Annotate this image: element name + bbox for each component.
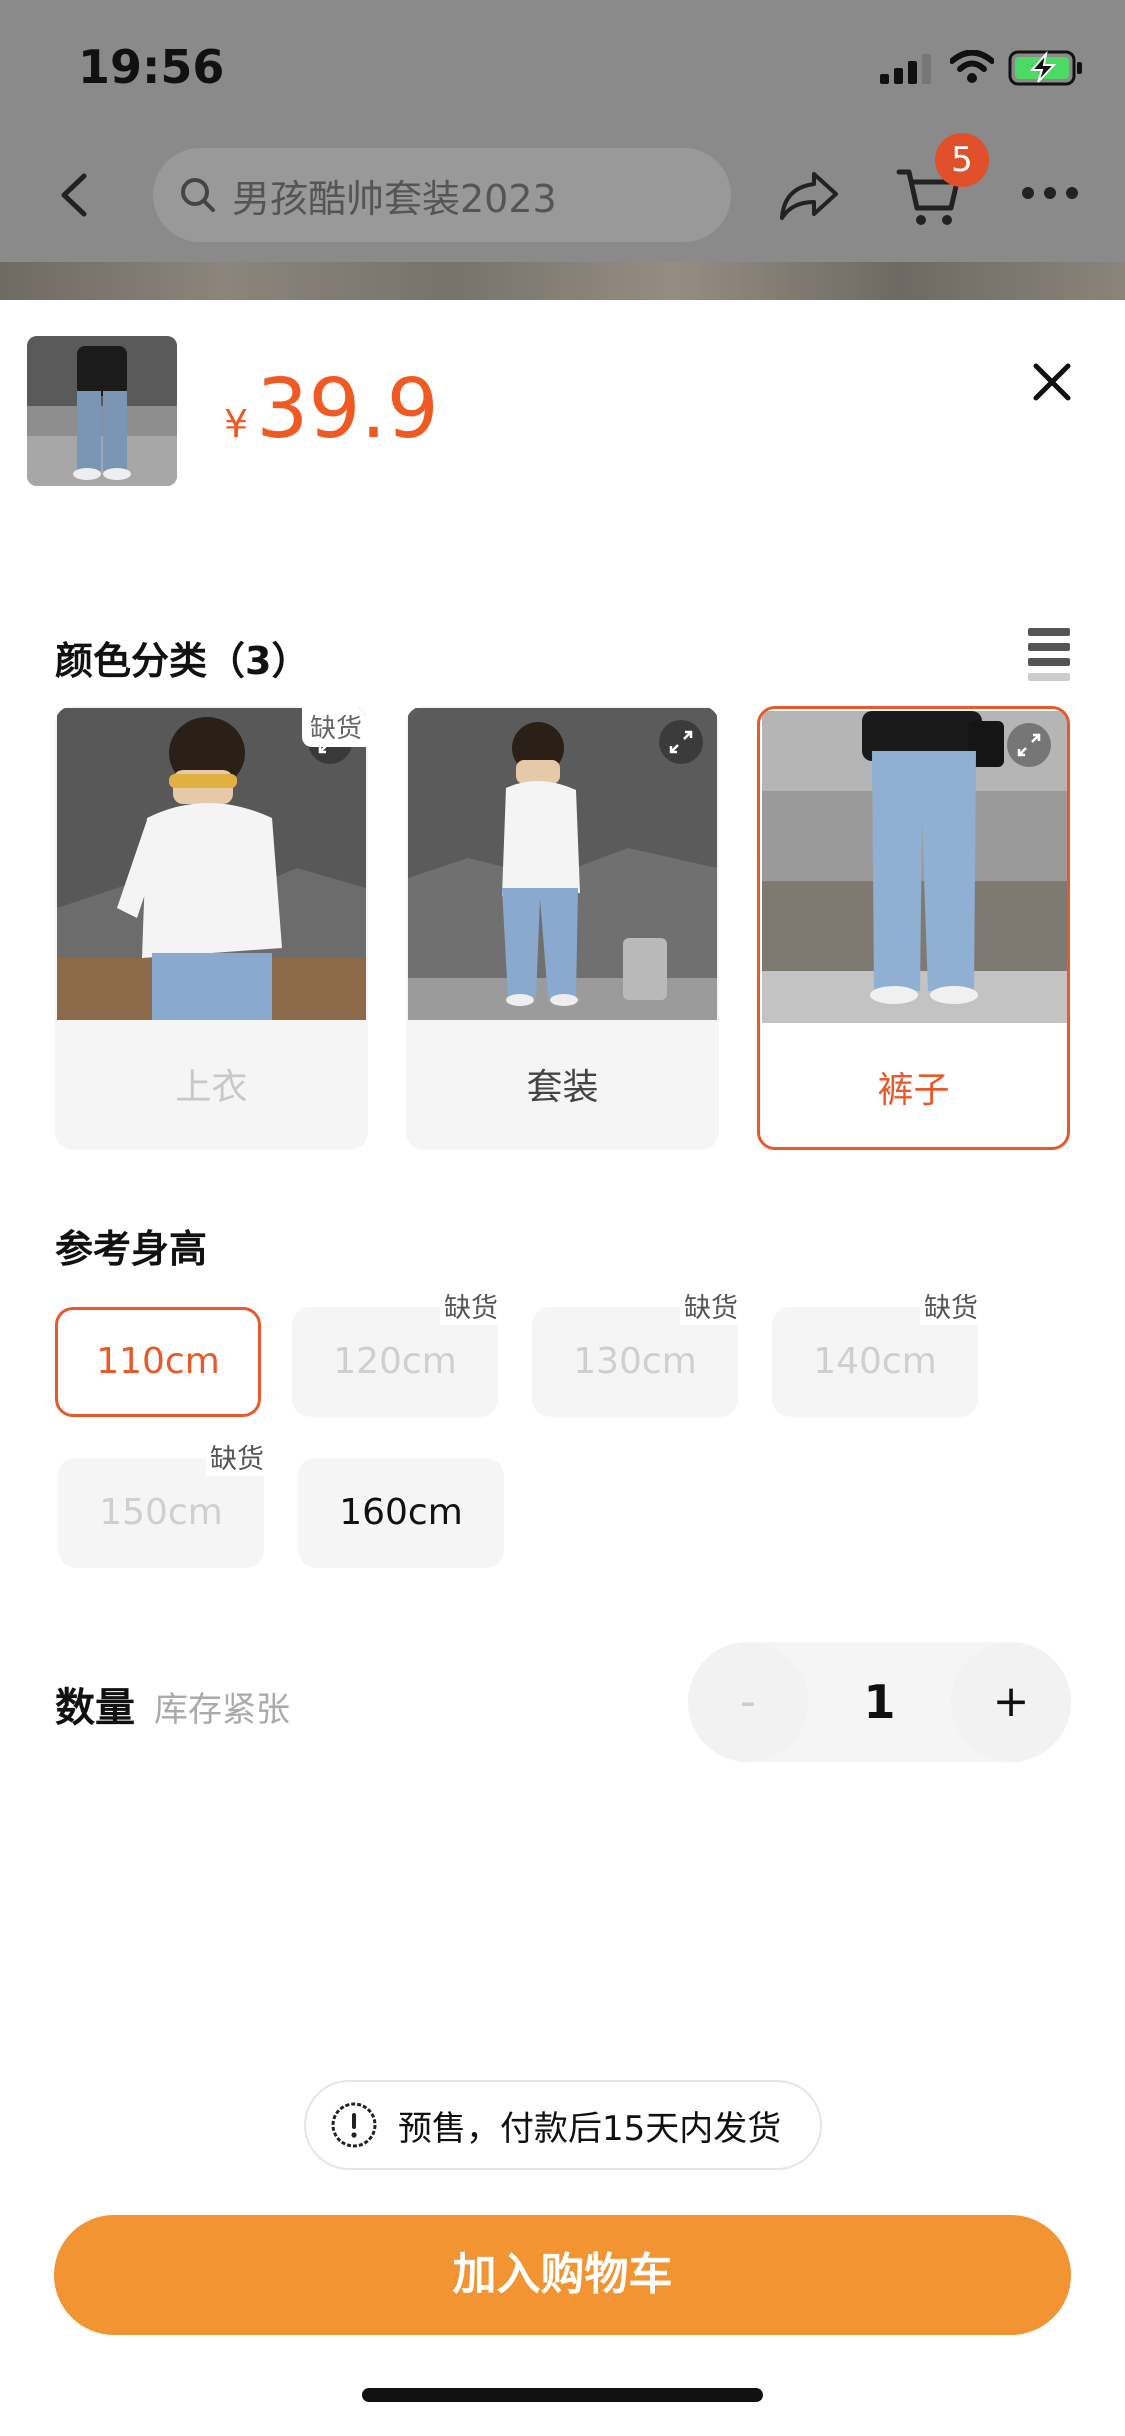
close-icon[interactable]: [1030, 360, 1074, 404]
currency-symbol: ¥: [224, 402, 249, 446]
expand-icon[interactable]: [1007, 723, 1051, 767]
share-icon[interactable]: [776, 168, 842, 224]
presale-notice: 预售，付款后15天内发货: [304, 2080, 822, 2170]
expand-icon[interactable]: [659, 720, 703, 764]
color-option-top[interactable]: 缺货 上衣: [55, 706, 368, 1150]
quantity-stepper: - 1 +: [688, 1642, 1071, 1762]
status-bar: 19:56: [0, 0, 1125, 140]
size-option-160[interactable]: 160cm: [298, 1458, 504, 1568]
decrease-button[interactable]: -: [688, 1642, 808, 1762]
cart-count-badge: 5: [935, 133, 989, 187]
search-icon: [181, 178, 215, 212]
out-of-stock-tag: 缺货: [440, 1286, 502, 1325]
out-of-stock-tag: 缺货: [680, 1286, 742, 1325]
low-stock-hint: 库存紧张: [154, 1690, 290, 1730]
variant-label: 上衣: [175, 1067, 248, 1108]
back-arrow-icon[interactable]: [50, 170, 100, 220]
out-of-stock-tag: 缺货: [920, 1286, 982, 1325]
out-of-stock-tag: 缺货: [206, 1437, 268, 1476]
background-product-photo: [0, 262, 1125, 302]
quantity-value[interactable]: 1: [808, 1642, 951, 1762]
variant-label: 裤子: [877, 1070, 950, 1111]
price: ¥39.9: [224, 362, 439, 457]
increase-button[interactable]: +: [951, 1642, 1071, 1762]
price-amount: 39.9: [256, 362, 439, 457]
color-section-title: 颜色分类（3）: [55, 639, 310, 683]
warning-icon: [331, 2102, 377, 2148]
wifi-icon: [950, 50, 994, 83]
size-option-110[interactable]: 110cm: [55, 1307, 261, 1417]
battery-charging-icon: [1008, 50, 1082, 86]
add-to-cart-button[interactable]: 加入购物车: [54, 2215, 1071, 2335]
out-of-stock-tag: 缺货: [301, 706, 368, 747]
color-option-set[interactable]: 套装: [406, 706, 719, 1150]
size-section-title: 参考身高: [55, 1227, 208, 1271]
product-thumbnail[interactable]: [27, 336, 177, 486]
search-bar[interactable]: 男孩酷帅套装2023: [153, 148, 731, 242]
status-time: 19:56: [78, 40, 225, 94]
color-option-pants[interactable]: 裤子: [757, 706, 1070, 1150]
search-query-text: 男孩酷帅套装2023: [232, 176, 557, 221]
list-view-icon[interactable]: [1028, 628, 1070, 688]
quantity-label: 数量: [55, 1685, 135, 1731]
cellular-signal-icon: [880, 54, 931, 84]
more-icon[interactable]: [1020, 185, 1080, 201]
home-indicator[interactable]: [362, 2388, 763, 2402]
sku-selection-sheet: ¥39.9 颜色分类（3） 缺货 上衣 套装 裤子 参考身高 110cm 120…: [0, 300, 1125, 2436]
presale-notice-text: 预售，付款后15天内发货: [398, 2108, 782, 2149]
variant-label: 套装: [526, 1067, 599, 1108]
